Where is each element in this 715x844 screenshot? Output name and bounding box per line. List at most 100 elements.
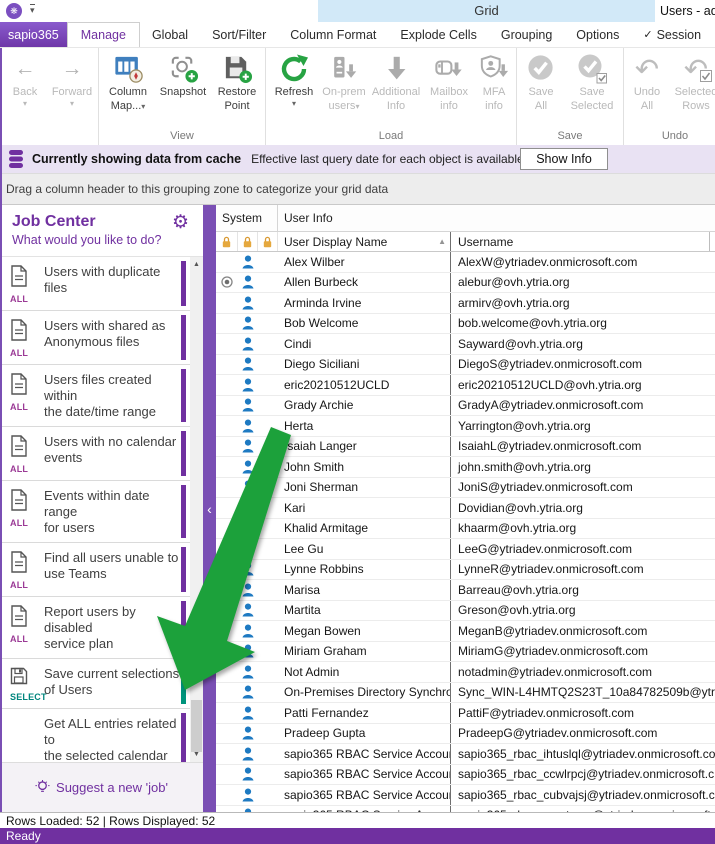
table-row[interactable]: Allen Burbeck alebur@ovh.ytria.org <box>216 273 715 294</box>
undo-all-button[interactable]: ↶ Undo All <box>626 49 668 112</box>
table-row[interactable]: Lynne Robbins LynneR@ytriadev.onmicrosof… <box>216 560 715 581</box>
table-row[interactable]: Herta Yarrington@ovh.ytria.org <box>216 416 715 437</box>
table-row[interactable]: Isaiah Langer IsaiahL@ytriadev.onmicroso… <box>216 437 715 458</box>
table-row[interactable]: Bob Welcome bob.welcome@ovh.ytria.org <box>216 314 715 335</box>
restore-point-button[interactable]: Restore Point <box>211 49 263 112</box>
onprem-users-button[interactable]: On-prem users▾ <box>320 49 368 112</box>
table-row[interactable]: Kari Dovidian@ovh.ytria.org <box>216 498 715 519</box>
table-row[interactable]: Marisa Barreau@ovh.ytria.org <box>216 580 715 601</box>
cell-display-name: On-Premises Directory Synchron <box>278 683 451 703</box>
suggest-job-footer[interactable]: Suggest a new 'job' <box>0 762 203 812</box>
group-header-user-info[interactable]: User Info <box>278 205 715 231</box>
table-row[interactable]: John Smith john.smith@ovh.ytria.org <box>216 457 715 478</box>
table-row[interactable]: Grady Archie GradyA@ytriadev.onmicrosoft… <box>216 396 715 417</box>
save-selected-button[interactable]: Save Selected <box>563 49 621 112</box>
table-row[interactable]: eric20210512UCLD eric20210512UCLD@ovh.yt… <box>216 375 715 396</box>
table-row[interactable]: Joni Sherman JoniS@ytriadev.onmicrosoft.… <box>216 478 715 499</box>
job-center-title: Job Center <box>12 213 193 231</box>
table-row[interactable]: sapio365 RBAC Service Account sapio365_r… <box>216 765 715 786</box>
column-header-extra <box>710 232 715 251</box>
cache-status-message: Effective last query date for each objec… <box>251 152 527 166</box>
collapse-panel-icon[interactable]: ‹ <box>207 502 212 516</box>
forward-button[interactable]: → Forward ▾ <box>48 49 96 107</box>
cell-display-name: John Smith <box>278 457 451 477</box>
scroll-up-icon[interactable]: ▲ <box>190 257 203 272</box>
job-scope-badge: ALL <box>10 518 28 528</box>
restore-point-icon <box>222 52 253 85</box>
ribbon-tab[interactable]: Options <box>564 22 631 47</box>
table-row[interactable]: Not Admin notadmin@ytriadev.onmicrosoft.… <box>216 662 715 683</box>
quick-access-caret-icon[interactable]: ▾ <box>30 4 35 16</box>
table-row[interactable]: Diego Siciliani DiegoS@ytriadev.onmicros… <box>216 355 715 376</box>
gear-icon[interactable]: ⚙ <box>172 213 189 233</box>
cell-display-name: sapio365 RBAC Service Account <box>278 806 451 813</box>
mfa-info-button[interactable]: MFA info <box>474 49 514 112</box>
lock-column-header[interactable] <box>216 232 238 251</box>
table-row[interactable]: Miriam Graham MiriamG@ytriadev.onmicroso… <box>216 642 715 663</box>
job-item[interactable]: ALL Find all users unable to use Teams <box>0 543 190 597</box>
undo-selected-rows-button[interactable]: ↶ Selected Rows <box>668 49 715 112</box>
table-row[interactable]: Patti Fernandez PattiF@ytriadev.onmicros… <box>216 703 715 724</box>
job-item[interactable]: ALL Users with duplicate files <box>0 257 190 311</box>
ribbon-tab[interactable]: sapio365 <box>0 22 67 47</box>
refresh-button[interactable]: Refresh ▾ <box>268 49 320 107</box>
column-header-username[interactable]: Username <box>451 232 710 251</box>
table-row[interactable]: sapio365 RBAC Service Account sapio365_r… <box>216 744 715 765</box>
table-row[interactable]: sapio365 RBAC Service Account sapio365_r… <box>216 785 715 806</box>
cell-username: AlexW@ytriadev.onmicrosoft.com <box>451 252 715 272</box>
ribbon-tabs: sapio365 Manage Global Sort/Filter <box>0 22 715 48</box>
ribbon-tab[interactable]: ✓ Session <box>631 22 713 47</box>
cell-username: LeeG@ytriadev.onmicrosoft.com <box>451 539 715 559</box>
table-row[interactable]: Martita Greson@ovh.ytria.org <box>216 601 715 622</box>
job-list-scrollbar[interactable]: ▲ ▼ <box>190 257 203 762</box>
cell-display-name: Megan Bowen <box>278 621 451 641</box>
cell-username: LynneR@ytriadev.onmicrosoft.com <box>451 560 715 580</box>
back-button[interactable]: ← Back ▾ <box>2 49 48 107</box>
scrollbar-thumb[interactable] <box>191 700 202 752</box>
mailbox-info-button[interactable]: Mailbox info <box>424 49 474 112</box>
lock-column-header[interactable] <box>258 232 278 251</box>
job-item[interactable]: ALL Events within date range for users <box>0 481 190 543</box>
job-scope-badge: ALL <box>10 294 28 304</box>
job-item[interactable]: ALL Users with no calendar events <box>0 427 190 481</box>
ribbon-tab[interactable]: Global <box>140 22 200 47</box>
table-row[interactable]: Pradeep Gupta PradeepG@ytriadev.onmicros… <box>216 724 715 745</box>
job-item[interactable]: ALL Users files created within the date/… <box>0 365 190 427</box>
user-icon <box>242 685 254 699</box>
user-icon <box>242 767 254 781</box>
group-header-system[interactable]: System <box>216 205 278 231</box>
column-map-button[interactable]: Column Map...▾ <box>101 49 155 112</box>
ribbon-tab[interactable]: Manage <box>67 22 140 47</box>
table-row[interactable]: Khalid Armitage khaarm@ovh.ytria.org <box>216 519 715 540</box>
job-item[interactable]: ALL Report users by disabled service pla… <box>0 597 190 659</box>
cell-username: Yarrington@ovh.ytria.org <box>451 416 715 436</box>
table-row[interactable]: sapio365 RBAC Service Account sapio365_r… <box>216 806 715 813</box>
column-header-display-name[interactable]: User Display Name ▲ <box>278 232 451 251</box>
table-row[interactable]: Alex Wilber AlexW@ytriadev.onmicrosoft.c… <box>216 252 715 273</box>
ribbon-tab[interactable]: Explode Cells <box>388 22 488 47</box>
table-row[interactable]: Megan Bowen MeganB@ytriadev.onmicrosoft.… <box>216 621 715 642</box>
cell-username: eric20210512UCLD@ovh.ytria.org <box>451 375 715 395</box>
ribbon-tab[interactable]: Sort/Filter <box>200 22 278 47</box>
table-row[interactable]: Lee Gu LeeG@ytriadev.onmicrosoft.com <box>216 539 715 560</box>
job-item[interactable]: ALL Users with shared as Anonymous files <box>0 311 190 365</box>
cell-display-name: Allen Burbeck <box>278 273 451 293</box>
app-icon[interactable]: ❋ <box>6 3 22 19</box>
additional-info-button[interactable]: Additional Info <box>368 49 424 112</box>
save-all-button[interactable]: Save All <box>519 49 563 112</box>
lock-column-header[interactable] <box>238 232 258 251</box>
job-item[interactable]: Get ALL entries related to the selected … <box>0 709 190 762</box>
grouping-drop-zone[interactable]: Drag a column header to this grouping zo… <box>0 173 715 205</box>
table-row[interactable]: On-Premises Directory Synchron Sync_WIN-… <box>216 683 715 704</box>
suggest-job-label: Suggest a new 'job' <box>56 780 168 795</box>
table-row[interactable]: Cindi Sayward@ovh.ytria.org <box>216 334 715 355</box>
ribbon-tab[interactable]: Column Format <box>278 22 388 47</box>
dropdown-caret-icon: ▾ <box>23 100 27 107</box>
ribbon-tab[interactable]: Grouping <box>489 22 564 47</box>
job-item[interactable]: SELECT Save current selections of Users <box>0 659 190 709</box>
user-icon <box>242 255 254 269</box>
show-info-button[interactable]: Show Info <box>520 148 608 170</box>
cell-username: bob.welcome@ovh.ytria.org <box>451 314 715 334</box>
snapshot-button[interactable]: Snapshot <box>155 49 211 100</box>
table-row[interactable]: Arminda Irvine armirv@ovh.ytria.org <box>216 293 715 314</box>
